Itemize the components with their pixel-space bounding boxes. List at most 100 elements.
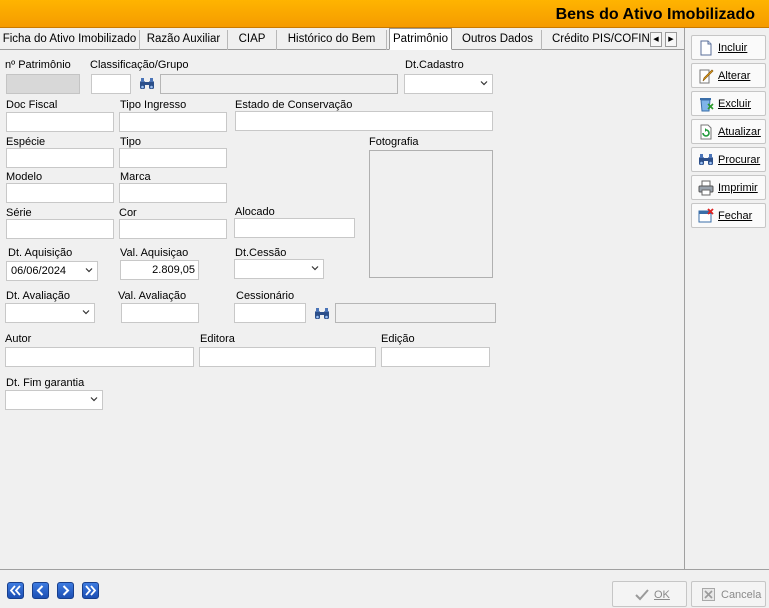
estado-conservacao-label: Estado de Conservação xyxy=(235,99,353,111)
marca-label: Marca xyxy=(120,171,151,183)
double-chevron-left-icon xyxy=(9,585,21,596)
modelo-field[interactable] xyxy=(6,183,114,203)
especie-label: Espécie xyxy=(6,136,46,148)
chevron-left-icon xyxy=(36,585,44,596)
tab-historico-bem[interactable]: Histórico do Bem xyxy=(277,30,387,50)
tipo-label: Tipo xyxy=(120,136,141,148)
tab-patrimonio[interactable]: Patrimônio xyxy=(389,28,452,50)
cancela-label: Cancela xyxy=(721,589,762,601)
val-avaliacao-field[interactable] xyxy=(121,303,199,323)
atualizar-button[interactable]: Atualizar xyxy=(691,119,766,144)
tab-razao-auxiliar[interactable]: Razão Auxiliar xyxy=(140,30,228,50)
editora-field[interactable] xyxy=(199,347,376,367)
tab-label: Patrimônio xyxy=(393,33,448,45)
tab-label: Razão Auxiliar xyxy=(146,33,221,45)
patrimonio-field[interactable] xyxy=(6,74,80,94)
dt-cadastro-picker[interactable] xyxy=(404,74,493,94)
binoculars-search-icon[interactable] xyxy=(314,307,330,321)
chevron-down-icon xyxy=(82,310,90,315)
incluir-label: Incluir xyxy=(718,42,748,54)
procurar-button[interactable]: Procurar xyxy=(691,147,766,172)
cor-field[interactable] xyxy=(119,219,227,239)
tipo-ingresso-field[interactable] xyxy=(119,112,227,132)
classificacao-desc-field xyxy=(160,74,398,94)
doc-fiscal-field[interactable] xyxy=(6,112,114,132)
previous-record-button[interactable] xyxy=(32,582,49,599)
edicao-field[interactable] xyxy=(381,347,490,367)
chevron-down-icon xyxy=(480,81,488,86)
cessionario-label: Cessionário xyxy=(236,290,295,302)
dt-fim-garantia-label: Dt. Fim garantia xyxy=(6,377,85,389)
imprimir-button[interactable]: Imprimir xyxy=(691,175,766,200)
alocado-field[interactable] xyxy=(234,218,355,238)
tab-outros-dados[interactable]: Outros Dados xyxy=(454,30,542,50)
tab-label: Ficha do Ativo Imobilizado xyxy=(2,33,137,45)
dt-avaliacao-picker[interactable] xyxy=(5,303,95,323)
fotografia-image-box[interactable] xyxy=(369,150,493,278)
serie-field[interactable] xyxy=(6,219,114,239)
ok-label: OK xyxy=(654,589,670,601)
binoculars-search-icon[interactable] xyxy=(139,77,155,91)
marca-field[interactable] xyxy=(119,183,227,203)
excluir-label: Excluir xyxy=(718,98,752,110)
fechar-button[interactable]: Fechar xyxy=(691,203,766,228)
tab-scroll-right-button[interactable]: ▶ xyxy=(665,32,677,47)
modelo-label: Modelo xyxy=(6,171,43,183)
title-bar: Bens do Ativo Imobilizado xyxy=(0,0,769,28)
cancela-button[interactable]: Cancela xyxy=(691,581,766,607)
chevron-down-icon xyxy=(90,397,98,402)
tab-ciap[interactable]: CIAP xyxy=(228,30,277,50)
tab-scroll-left-button[interactable]: ◀ xyxy=(650,32,662,47)
tipo-field[interactable] xyxy=(119,148,227,168)
checkmark-icon xyxy=(635,589,649,601)
dt-avaliacao-label: Dt. Avaliação xyxy=(6,290,71,302)
autor-field[interactable] xyxy=(5,347,194,367)
first-record-button[interactable] xyxy=(7,582,24,599)
classificacao-code-field[interactable] xyxy=(91,74,131,94)
alterar-label: Alterar xyxy=(718,70,751,82)
tab-strip: Ficha do Ativo Imobilizado Razão Auxilia… xyxy=(0,28,684,50)
edit-pencil-icon xyxy=(699,69,714,84)
bottom-bar: OK Cancela xyxy=(0,569,769,608)
close-window-icon xyxy=(698,208,714,223)
serie-label: Série xyxy=(6,207,32,219)
fechar-label: Fechar xyxy=(718,210,753,222)
dt-aquisicao-picker[interactable]: 06/06/2024 xyxy=(6,261,98,281)
printer-icon xyxy=(698,180,714,196)
tab-ficha-ativo[interactable]: Ficha do Ativo Imobilizado xyxy=(0,30,140,50)
cessionario-desc-field xyxy=(335,303,496,323)
val-avaliacao-label: Val. Avaliação xyxy=(118,290,187,302)
tab-label: Crédito PIS/COFINS xyxy=(552,33,650,45)
ok-button[interactable]: OK xyxy=(612,581,687,607)
dt-cadastro-label: Dt.Cadastro xyxy=(405,59,464,71)
cancel-icon xyxy=(702,588,715,601)
autor-label: Autor xyxy=(5,333,32,345)
imprimir-label: Imprimir xyxy=(718,182,758,194)
classificacao-label: Classificação/Grupo xyxy=(90,59,189,71)
chevron-down-icon xyxy=(311,266,319,271)
val-aquisicao-field[interactable]: 2.809,05 xyxy=(120,260,199,280)
editora-label: Editora xyxy=(200,333,235,345)
tab-credito-pis-cofins[interactable]: Crédito PIS/COFINS xyxy=(542,30,650,50)
refresh-icon xyxy=(700,124,712,140)
dt-cessao-picker[interactable] xyxy=(234,259,324,279)
excluir-button[interactable]: Excluir xyxy=(691,91,766,116)
window-title: Bens do Ativo Imobilizado xyxy=(555,6,755,23)
dt-cessao-label: Dt.Cessão xyxy=(235,247,287,259)
alocado-label: Alocado xyxy=(235,206,275,218)
tab-label: Histórico do Bem xyxy=(287,33,376,45)
especie-field[interactable] xyxy=(6,148,114,168)
alterar-button[interactable]: Alterar xyxy=(691,63,766,88)
next-record-button[interactable] xyxy=(57,582,74,599)
dt-fim-garantia-picker[interactable] xyxy=(5,390,103,410)
tab-label: Outros Dados xyxy=(462,33,533,45)
last-record-button[interactable] xyxy=(82,582,99,599)
cessionario-code-field[interactable] xyxy=(234,303,306,323)
double-chevron-right-icon xyxy=(85,585,97,596)
cor-label: Cor xyxy=(119,207,137,219)
tipo-ingresso-label: Tipo Ingresso xyxy=(120,99,187,111)
incluir-button[interactable]: Incluir xyxy=(691,35,766,60)
procurar-label: Procurar xyxy=(718,154,761,166)
estado-conservacao-field[interactable] xyxy=(235,111,493,131)
edicao-label: Edição xyxy=(381,333,415,345)
